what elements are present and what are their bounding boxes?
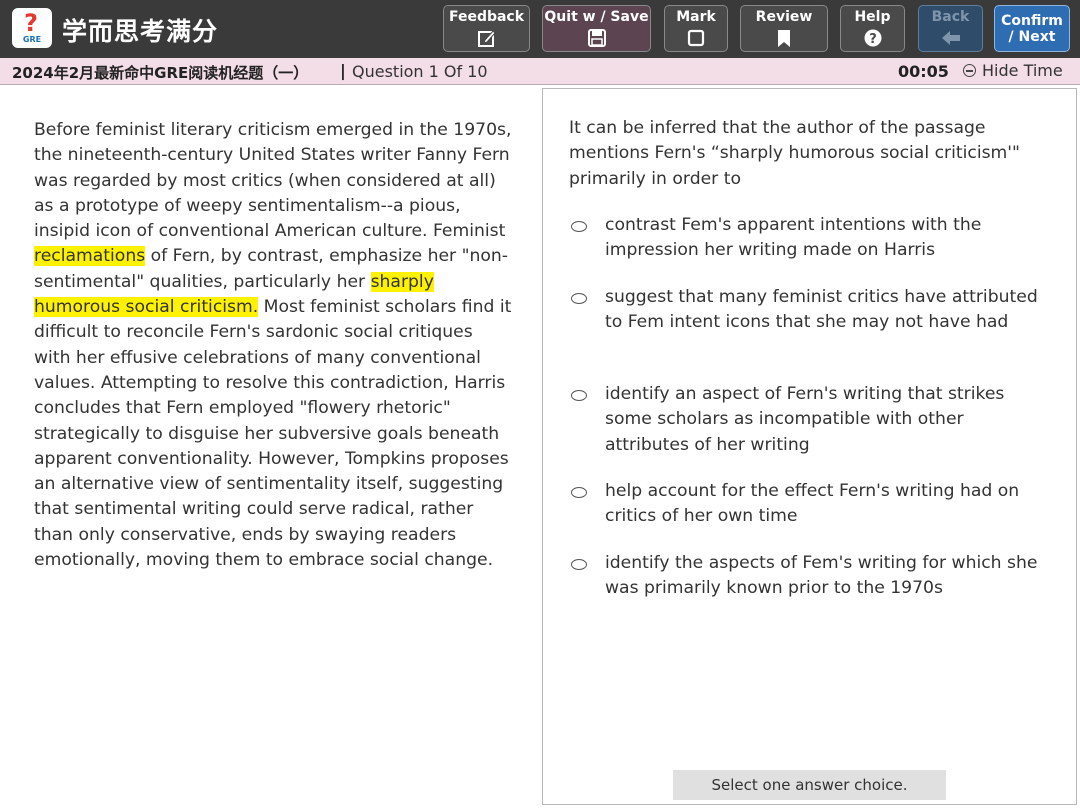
save-icon [587, 29, 606, 47]
question-stem: It can be inferred that the author of th… [569, 118, 1020, 189]
question-info-bar: 2024年2月最新命中GRE阅读机经题（一） | Question 1 Of 1… [0, 58, 1080, 85]
passage-text: Before feminist literary criticism emerg… [34, 120, 512, 242]
quit-save-label: Quit w / Save [544, 9, 649, 25]
square-icon [687, 29, 705, 47]
radio-button[interactable] [571, 390, 587, 401]
arrow-left-icon [941, 31, 960, 45]
passage-text: Most feminist scholars find it difficult… [34, 297, 512, 571]
review-button[interactable]: Review [740, 5, 828, 52]
question-pane: It can be inferred that the author of th… [542, 88, 1077, 805]
answer-choice-text: help account for the effect Fern's writi… [605, 481, 1020, 527]
minus-circle-icon [963, 64, 976, 77]
answer-choice-text: identify the aspects of Fem's writing fo… [605, 553, 1038, 599]
question-counter: Question 1 Of 10 [352, 62, 488, 81]
pencil-square-icon [477, 30, 496, 47]
app-logo: ? GRE [12, 8, 52, 48]
answer-choice-text: identify an aspect of Fern's writing tha… [605, 384, 1005, 455]
brand-name: 学而思考满分 [62, 17, 219, 46]
answer-choice-text: suggest that many feminist critics have … [605, 287, 1038, 333]
top-toolbar: ? GRE 学而思考满分 Feedback Quit w / Save Mark… [0, 0, 1080, 58]
bookmark-icon [778, 30, 790, 47]
timer: 00:05 [898, 62, 949, 81]
help-button[interactable]: Help ? [840, 5, 905, 52]
radio-button[interactable] [571, 487, 587, 498]
next-label: / Next [1008, 29, 1056, 45]
reading-passage: Before feminist literary criticism emerg… [34, 118, 514, 573]
feedback-label: Feedback [448, 9, 525, 25]
logo-gre-text: GRE [22, 35, 42, 44]
radio-button[interactable] [571, 221, 587, 232]
highlighted-text: reclamations [34, 246, 146, 267]
back-label: Back [931, 9, 970, 25]
help-label: Help [854, 9, 891, 25]
question-circle-icon: ? [864, 29, 881, 47]
status-message: Select one answer choice. [673, 770, 946, 800]
quit-save-button[interactable]: Quit w / Save [542, 5, 651, 52]
mark-button[interactable]: Mark [664, 5, 728, 52]
exam-title: 2024年2月最新命中GRE阅读机经题（一） [12, 64, 309, 82]
confirm-next-button[interactable]: Confirm / Next [994, 5, 1070, 52]
radio-button[interactable] [571, 293, 587, 304]
hide-time-button[interactable]: Hide Time [963, 61, 1063, 80]
feedback-button[interactable]: Feedback [443, 5, 530, 52]
confirm-label: Confirm [1001, 13, 1063, 29]
back-button[interactable]: Back [918, 5, 983, 52]
review-label: Review [755, 9, 813, 25]
hide-time-label: Hide Time [982, 61, 1063, 80]
answer-choice-text: contrast Fem's apparent intentions with … [605, 215, 982, 261]
svg-text:?: ? [869, 32, 877, 47]
logo-question-glyph: ? [24, 9, 38, 37]
title-separator: | [340, 61, 346, 80]
mark-label: Mark [676, 9, 716, 25]
radio-button[interactable] [571, 559, 587, 570]
